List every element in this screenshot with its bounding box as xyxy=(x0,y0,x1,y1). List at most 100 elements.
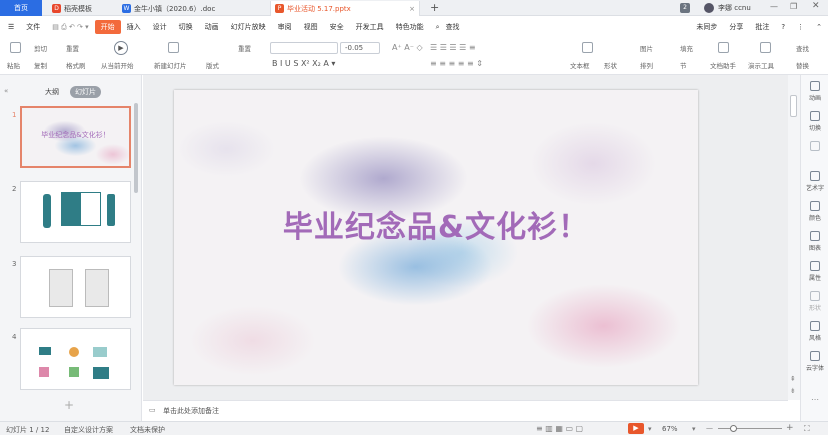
menu-insert[interactable]: 插入 xyxy=(121,22,147,32)
font-family-select[interactable] xyxy=(270,42,338,54)
slide[interactable]: 毕业纪念品&文化衫！ xyxy=(174,90,698,385)
play-dropdown-icon[interactable]: ▾ xyxy=(648,425,652,433)
avatar[interactable] xyxy=(704,3,714,13)
rb-transition[interactable]: 切换 xyxy=(801,111,828,132)
design-scheme[interactable]: 自定义设计方案 xyxy=(64,425,113,435)
menu-view[interactable]: 视图 xyxy=(298,22,324,32)
image-button[interactable]: 图片 xyxy=(640,43,653,53)
notes-placeholder[interactable]: 单击此处添加备注 xyxy=(163,406,219,416)
tab-docer[interactable]: D 稻壳模板 xyxy=(48,1,116,16)
shape-button[interactable]: 形状 xyxy=(604,60,617,70)
slide-thumb-4[interactable] xyxy=(20,328,131,390)
menu-start[interactable]: 开始 xyxy=(94,20,121,34)
home-tab[interactable]: 首页 xyxy=(0,0,42,16)
maximize-icon[interactable]: ❐ xyxy=(790,2,797,11)
scroll-thumb[interactable] xyxy=(790,95,797,117)
rb-chart[interactable]: 图表 xyxy=(801,231,828,252)
panel-scrollbar[interactable] xyxy=(134,103,138,193)
menu-security[interactable]: 安全 xyxy=(324,22,350,32)
zoom-out-icon[interactable]: — xyxy=(706,424,713,432)
minimize-icon[interactable]: — xyxy=(770,2,778,11)
close-window-icon[interactable]: ✕ xyxy=(812,1,820,11)
quick-tools-icon[interactable]: ▤ ⎙ ↶ ↷ ▾ xyxy=(46,23,94,32)
tab-pptx[interactable]: P 毕业活动 5.17.pptx × xyxy=(270,1,420,16)
copy-button[interactable]: 复制 xyxy=(34,60,47,70)
slide-title[interactable]: 毕业纪念品&文化衫！ xyxy=(174,202,698,246)
collapse-panel-icon[interactable]: « xyxy=(4,87,8,95)
menu-search[interactable]: 查找 xyxy=(446,22,466,32)
doc-assistant-icon[interactable] xyxy=(718,42,729,53)
zoom-level[interactable]: 67% xyxy=(662,425,678,433)
menu-features[interactable]: 特色功能 xyxy=(390,22,430,32)
new-slide-icon[interactable] xyxy=(168,42,179,53)
textbox-button[interactable]: 文本框 xyxy=(570,60,590,70)
menu-developer[interactable]: 开发工具 xyxy=(350,22,390,32)
vertical-scrollbar[interactable]: ⇞ ⇟ xyxy=(788,75,800,400)
new-slide-button[interactable]: 新建幻灯片 xyxy=(154,60,187,70)
close-tab-icon[interactable]: × xyxy=(409,5,415,13)
hamburger-icon[interactable]: ☰ xyxy=(0,23,20,31)
protect-status[interactable]: 文档未保护 xyxy=(130,425,165,435)
text-format-row[interactable]: B I U S X² X₂ A ▾ xyxy=(272,59,335,68)
rb-shape[interactable]: 形状 xyxy=(801,291,828,312)
slide-thumb-2[interactable] xyxy=(20,181,131,243)
format-painter-button[interactable]: 格式刷 xyxy=(66,60,86,70)
rb-wordart[interactable]: 艺术字 xyxy=(801,171,828,192)
notes-pane[interactable]: ▭ 单击此处添加备注 xyxy=(143,400,788,420)
slide-thumb-3[interactable] xyxy=(20,256,131,318)
rb-style[interactable]: 风格 xyxy=(801,321,828,342)
present-tools-icon[interactable] xyxy=(760,42,771,53)
present-tools-button[interactable]: 演示工具 xyxy=(748,60,774,70)
fill-button[interactable]: 填充 xyxy=(680,43,693,53)
more-tools-icon[interactable]: ⋯ xyxy=(801,395,828,404)
rb-disabled[interactable] xyxy=(801,141,828,153)
play-slideshow-button[interactable]: ▶ xyxy=(628,423,644,434)
slide-thumb-1[interactable]: 毕业纪念品&文化衫！ xyxy=(20,106,131,168)
align-icons[interactable]: ≡ ≡ ≡ ≡ ≡ ⇕ xyxy=(430,59,483,68)
paste-icon[interactable] xyxy=(10,42,21,53)
prev-page-icon[interactable]: ⇞ xyxy=(790,375,796,383)
search-icon[interactable]: ⌕ xyxy=(430,23,446,32)
view-icons[interactable]: ≡ ▥ ▦ ▭ ▢ xyxy=(536,424,583,433)
reset-button[interactable]: 重置 xyxy=(66,43,79,53)
rb-color[interactable]: 颜色 xyxy=(801,201,828,222)
paragraph-icons[interactable]: ☰ ☰ ☰ ☰ ≡ xyxy=(430,43,476,52)
new-tab-button[interactable]: + xyxy=(430,1,439,14)
menu-review[interactable]: 审阅 xyxy=(272,22,298,32)
tab-outline[interactable]: 大纲 xyxy=(40,86,64,98)
menu-design[interactable]: 设计 xyxy=(147,22,173,32)
tab-doc[interactable]: W 金牛小镇（2020.6）.doc xyxy=(118,1,268,16)
layout-button[interactable]: 版式 xyxy=(206,60,219,70)
rb-animation[interactable]: 动画 xyxy=(801,81,828,102)
rb-cloudfont[interactable]: 云字体 xyxy=(801,351,828,372)
add-slide-button[interactable]: + xyxy=(64,398,74,412)
doc-assistant-button[interactable]: 文档助手 xyxy=(710,60,736,70)
section-button[interactable]: 节 xyxy=(680,60,687,70)
from-current-button[interactable]: 从当前开始 xyxy=(101,60,134,70)
play-icon[interactable]: ▶ xyxy=(114,41,128,55)
comment-button[interactable]: 批注 xyxy=(749,22,775,32)
sync-status[interactable]: 未同步 xyxy=(690,22,723,32)
menu-animation[interactable]: 动画 xyxy=(199,22,225,32)
collapse-ribbon-icon[interactable]: ⌃ xyxy=(810,23,828,31)
menu-transition[interactable]: 切换 xyxy=(173,22,199,32)
zoom-in-icon[interactable]: + xyxy=(786,423,794,433)
font-grow-icon[interactable]: A⁺ A⁻ ◇ xyxy=(392,43,423,52)
zoom-slider[interactable] xyxy=(718,428,782,429)
share-button[interactable]: 分享 xyxy=(723,22,749,32)
textbox-icon[interactable] xyxy=(582,42,593,53)
cut-button[interactable]: 剪切 xyxy=(34,43,47,53)
menu-file[interactable]: 文件 xyxy=(20,22,46,32)
arrange-button[interactable]: 排列 xyxy=(640,60,653,70)
tab-slides[interactable]: 幻灯片 xyxy=(70,86,101,98)
user-name[interactable]: 李娜 ccnu xyxy=(718,3,751,13)
reset-layout-button[interactable]: 重置 xyxy=(238,43,251,53)
fit-window-icon[interactable]: ⛶ xyxy=(804,424,810,434)
find-button[interactable]: 查找 xyxy=(796,43,809,53)
zoom-slider-thumb[interactable] xyxy=(730,425,737,432)
more-icon[interactable]: ⋮ xyxy=(791,23,810,31)
help-icon[interactable]: ? xyxy=(775,23,791,31)
replace-button[interactable]: 替换 xyxy=(796,60,809,70)
rb-properties[interactable]: 属性 xyxy=(801,261,828,282)
zoom-menu-icon[interactable]: ▾ xyxy=(692,425,696,433)
